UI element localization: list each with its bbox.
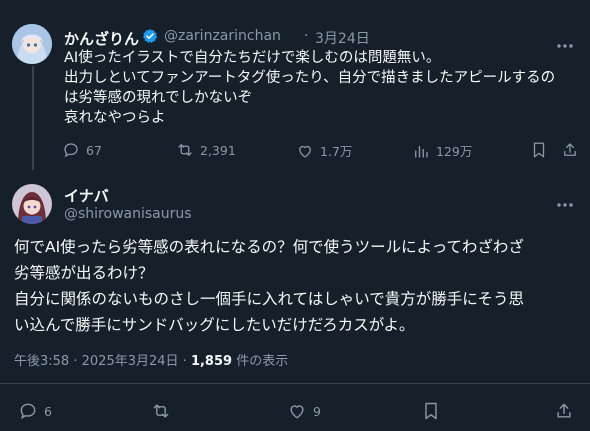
- repost-button[interactable]: 2,391: [176, 141, 236, 159]
- handle[interactable]: @zarinzarinchan: [164, 28, 281, 44]
- tweet-text-line: 自分に関係のないものさし一個手に入れてはしゃいで貴方が勝手にそう思: [14, 290, 524, 308]
- views-button[interactable]: 129万: [412, 141, 472, 160]
- like-button[interactable]: 9: [287, 401, 321, 421]
- tweet-text-line: い込んで勝手にサンドバッグにしたいだけだろカスがよ。: [14, 316, 415, 334]
- like-count: 9: [313, 403, 321, 419]
- bookmark-button[interactable]: [421, 401, 441, 421]
- share-icon: [564, 143, 576, 156]
- tweet-meta: 午後3:58 · 2025年3月24日 · 1,859 件の表示: [14, 350, 288, 369]
- display-name[interactable]: イナバ: [64, 185, 109, 206]
- display-name[interactable]: かんざりん: [64, 28, 139, 49]
- views-count: 1,859: [190, 354, 233, 369]
- reply-count: 6: [44, 403, 52, 419]
- tweet-text-line: は劣等感の現れでしかないぞ: [64, 90, 253, 106]
- like-count: 1.7万: [320, 144, 353, 159]
- divider: [0, 383, 590, 384]
- tweet-date[interactable]: 3月24日: [315, 28, 370, 48]
- views-label: 件の表示: [236, 354, 289, 369]
- reply-button[interactable]: 67: [62, 141, 102, 159]
- handle[interactable]: @shirowanisaurus: [64, 206, 192, 222]
- bookmark-button[interactable]: [530, 141, 548, 159]
- reply-icon: [64, 143, 78, 158]
- share-button[interactable]: [561, 141, 579, 159]
- reply-count: 67: [86, 142, 102, 158]
- heart-icon: [290, 405, 304, 419]
- more-options-icon[interactable]: [556, 193, 574, 212]
- tweet-text: 何でAI使ったら劣等感の表れになるの？何で使うツールによってわざわざ 劣等感が出…: [14, 234, 584, 338]
- reply-button[interactable]: 6: [18, 401, 52, 421]
- tweet-text-line: 哀れなやつらよ: [64, 110, 166, 126]
- thread-connector: [32, 66, 34, 170]
- reply-icon: [20, 403, 36, 420]
- tweet-text-line: 劣等感が出るわけ？: [14, 264, 154, 282]
- tweet-text-line: AI使ったイラストで自分たちだけで楽しむのは問題無い。: [64, 50, 441, 66]
- tweet-time[interactable]: 午後3:58: [14, 354, 69, 369]
- tweet-text-line: 出力しといてファンアートタグ使ったり、自分で描きましたアピールするの: [64, 70, 556, 86]
- avatar[interactable]: [12, 184, 52, 224]
- heart-icon: [299, 145, 311, 158]
- share-icon: [557, 403, 571, 418]
- tweet-text: AI使ったイラストで自分たちだけで楽しむのは問題無い。 出力しといてファンアート…: [64, 48, 584, 128]
- tweet-text-line: 何でAI使ったら劣等感の表れになるの？何で使うツールによってわざわざ: [14, 238, 524, 256]
- repost-icon: [178, 144, 192, 156]
- separator-dot: ·: [304, 28, 309, 44]
- separator-dot: ·: [73, 354, 78, 369]
- views-count: 129万: [436, 144, 473, 159]
- bookmark-icon: [425, 402, 437, 420]
- verified-badge-icon: [142, 28, 158, 44]
- repost-button[interactable]: [151, 401, 171, 421]
- share-button[interactable]: [554, 401, 574, 421]
- like-button[interactable]: 1.7万: [296, 141, 352, 160]
- bookmark-icon: [533, 142, 545, 158]
- repost-icon: [153, 404, 169, 418]
- analytics-icon: [415, 145, 428, 158]
- repost-count: 2,391: [200, 142, 236, 158]
- tweet-date[interactable]: 2025年3月24日: [82, 354, 179, 369]
- avatar[interactable]: [12, 24, 52, 64]
- separator-dot: ·: [182, 354, 187, 369]
